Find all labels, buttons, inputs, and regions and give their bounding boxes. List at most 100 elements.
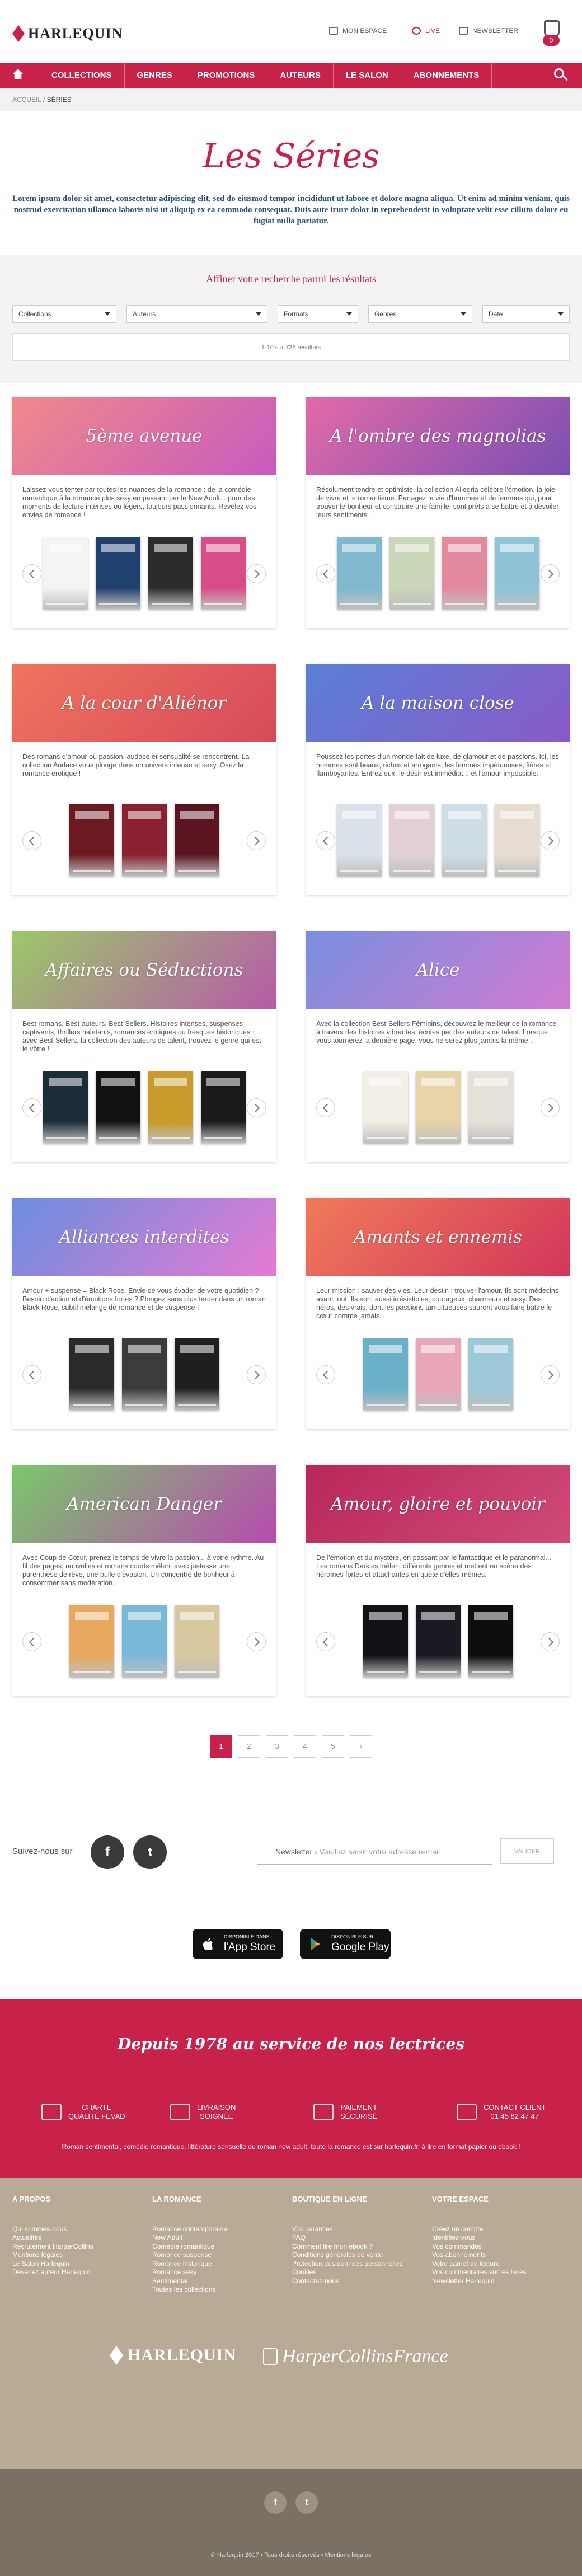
carousel-prev-icon[interactable] bbox=[22, 1632, 41, 1651]
select-genres[interactable]: Genres bbox=[368, 305, 472, 323]
book-cover[interactable] bbox=[337, 537, 382, 609]
carousel-next-icon[interactable] bbox=[247, 1632, 266, 1651]
book-cover[interactable] bbox=[148, 537, 193, 609]
newsletter-field[interactable]: Newsletter › Veuillez saisir votre adres… bbox=[257, 1838, 492, 1865]
footer-link[interactable]: Romance contemporaine bbox=[152, 2225, 281, 2234]
page-4-button[interactable]: 4 bbox=[294, 1735, 316, 1758]
newsletter-link[interactable]: NEWSLETTER bbox=[459, 27, 518, 35]
series-banner[interactable]: A la maison close bbox=[306, 664, 570, 742]
carousel-next-icon[interactable] bbox=[541, 1365, 560, 1384]
footer-link[interactable]: New Adult bbox=[152, 2233, 281, 2242]
footer-link[interactable]: Identifiez-vous bbox=[432, 2233, 561, 2242]
home-button[interactable] bbox=[11, 69, 25, 82]
select-collections[interactable]: Collections bbox=[12, 305, 116, 323]
twitter-icon[interactable]: t bbox=[133, 1835, 167, 1869]
book-cover[interactable] bbox=[96, 537, 140, 609]
carousel-next-icon[interactable] bbox=[247, 831, 266, 850]
nav-promotions[interactable]: PROMOTIONS bbox=[185, 63, 268, 88]
next-page-button[interactable]: › bbox=[350, 1735, 372, 1758]
book-cover[interactable] bbox=[416, 1338, 461, 1410]
carousel-prev-icon[interactable] bbox=[22, 1365, 41, 1384]
harlequin-logo[interactable]: HARLEQUIN bbox=[12, 22, 123, 45]
book-cover[interactable] bbox=[495, 537, 539, 609]
breadcrumb-home[interactable]: ACCUEIL bbox=[12, 96, 41, 104]
series-banner[interactable]: Amour, gloire et pouvoir bbox=[306, 1465, 570, 1543]
page-3-button[interactable]: 3 bbox=[266, 1735, 288, 1758]
book-cover[interactable] bbox=[389, 804, 434, 876]
series-banner[interactable]: A la cour d'Aliénor bbox=[12, 664, 276, 742]
carousel-next-icon[interactable] bbox=[541, 1632, 560, 1651]
book-cover[interactable] bbox=[69, 804, 114, 876]
footer-link[interactable]: Votre carnet de lecture bbox=[432, 2260, 561, 2269]
series-card[interactable]: American Danger Avec Coup de Cœur, prenez… bbox=[12, 1465, 276, 1696]
footer-harlequin-logo[interactable]: HARLEQUIN bbox=[110, 2346, 236, 2365]
book-cover[interactable] bbox=[468, 1338, 513, 1410]
twitter-icon[interactable]: t bbox=[295, 2491, 318, 2514]
carousel-next-icon[interactable] bbox=[541, 831, 560, 850]
series-card[interactable]: A la cour d'Aliénor Des romans d'amour où… bbox=[12, 664, 276, 895]
footer-link[interactable]: Vos abonnements bbox=[432, 2251, 561, 2260]
select-date[interactable]: Date bbox=[482, 305, 570, 323]
book-cover[interactable] bbox=[69, 1338, 114, 1410]
book-cover[interactable] bbox=[495, 804, 539, 876]
book-cover[interactable] bbox=[363, 1071, 408, 1143]
live-link[interactable]: LIVE bbox=[412, 27, 440, 35]
series-banner[interactable]: Amants et ennemis bbox=[306, 1198, 570, 1276]
footer-link[interactable]: Conditions générales de vente bbox=[292, 2251, 421, 2260]
footer-link[interactable]: FAQ bbox=[292, 2233, 421, 2242]
book-cover[interactable] bbox=[175, 1605, 219, 1677]
carousel-prev-icon[interactable] bbox=[316, 1632, 335, 1651]
footer-link[interactable]: Créez un compte bbox=[432, 2225, 561, 2234]
carousel-prev-icon[interactable] bbox=[22, 831, 41, 850]
footer-link[interactable]: Mentions légales bbox=[12, 2251, 141, 2260]
my-space-link[interactable]: MON ESPACE bbox=[329, 27, 387, 35]
series-card[interactable]: Amour, gloire et pouvoir De l'émotion et … bbox=[306, 1465, 570, 1696]
carousel-prev-icon[interactable] bbox=[22, 564, 41, 583]
series-card[interactable]: A l'ombre des magnolias Résolument tendre… bbox=[306, 397, 570, 628]
carousel-prev-icon[interactable] bbox=[22, 1098, 41, 1117]
footer-link[interactable]: Romance historique bbox=[152, 2260, 281, 2269]
carousel-next-icon[interactable] bbox=[247, 1098, 266, 1117]
book-cover[interactable] bbox=[122, 1605, 167, 1677]
footer-link[interactable]: Vos commentaires sur les livres bbox=[432, 2268, 561, 2277]
footer-link[interactable]: Cookies bbox=[292, 2268, 421, 2277]
book-cover[interactable] bbox=[468, 1605, 513, 1677]
book-cover[interactable] bbox=[43, 1071, 88, 1143]
book-cover[interactable] bbox=[442, 804, 487, 876]
book-cover[interactable] bbox=[416, 1605, 461, 1677]
footer-link[interactable]: Romance suspense bbox=[152, 2251, 281, 2260]
footer-link[interactable]: Protection des données personnelles bbox=[292, 2260, 421, 2269]
book-cover[interactable] bbox=[69, 1605, 114, 1677]
book-cover[interactable] bbox=[442, 537, 487, 609]
footer-harpercollins-logo[interactable]: HarperCollinsFrance bbox=[263, 2346, 448, 2367]
book-cover[interactable] bbox=[363, 1605, 408, 1677]
footer-link[interactable]: Contactez-nous bbox=[292, 2277, 421, 2286]
footer-link[interactable]: Vos garanties bbox=[292, 2225, 421, 2234]
footer-link[interactable]: Le Salon Harlequin bbox=[12, 2260, 141, 2269]
series-card[interactable]: Alice Avec la collection Best-Sellers Fém… bbox=[306, 931, 570, 1162]
book-cover[interactable] bbox=[148, 1071, 193, 1143]
footer-link[interactable]: Toutes les collections bbox=[152, 2285, 281, 2294]
carousel-next-icon[interactable] bbox=[247, 564, 266, 583]
book-cover[interactable] bbox=[43, 537, 88, 609]
series-card[interactable]: 5ème avenue Laissez-vous tenter par toute… bbox=[12, 397, 276, 628]
book-cover[interactable] bbox=[201, 537, 246, 609]
series-banner[interactable]: 5ème avenue bbox=[12, 397, 276, 475]
carousel-next-icon[interactable] bbox=[541, 1098, 560, 1117]
nav-abonnements[interactable]: ABONNEMENTS bbox=[401, 63, 492, 88]
page-2-button[interactable]: 2 bbox=[238, 1735, 260, 1758]
nav-auteurs[interactable]: AUTEURS bbox=[267, 63, 334, 88]
book-cover[interactable] bbox=[416, 1071, 461, 1143]
nav-collections[interactable]: COLLECTIONS bbox=[39, 63, 125, 88]
series-card[interactable]: Alliances interdites Amour + suspense = B… bbox=[12, 1198, 276, 1429]
series-banner[interactable]: Affaires ou Séductions bbox=[12, 931, 276, 1009]
series-banner[interactable]: American Danger bbox=[12, 1465, 276, 1543]
book-cover[interactable] bbox=[201, 1071, 246, 1143]
carousel-prev-icon[interactable] bbox=[316, 1098, 335, 1117]
carousel-prev-icon[interactable] bbox=[316, 564, 335, 583]
book-cover[interactable] bbox=[122, 1338, 167, 1410]
nav-le-salon[interactable]: LE SALON bbox=[334, 63, 401, 88]
footer-link[interactable]: Actualités bbox=[12, 2233, 141, 2242]
page-1-button[interactable]: 1 bbox=[210, 1735, 232, 1758]
footer-link[interactable]: Sentimental bbox=[152, 2277, 281, 2286]
